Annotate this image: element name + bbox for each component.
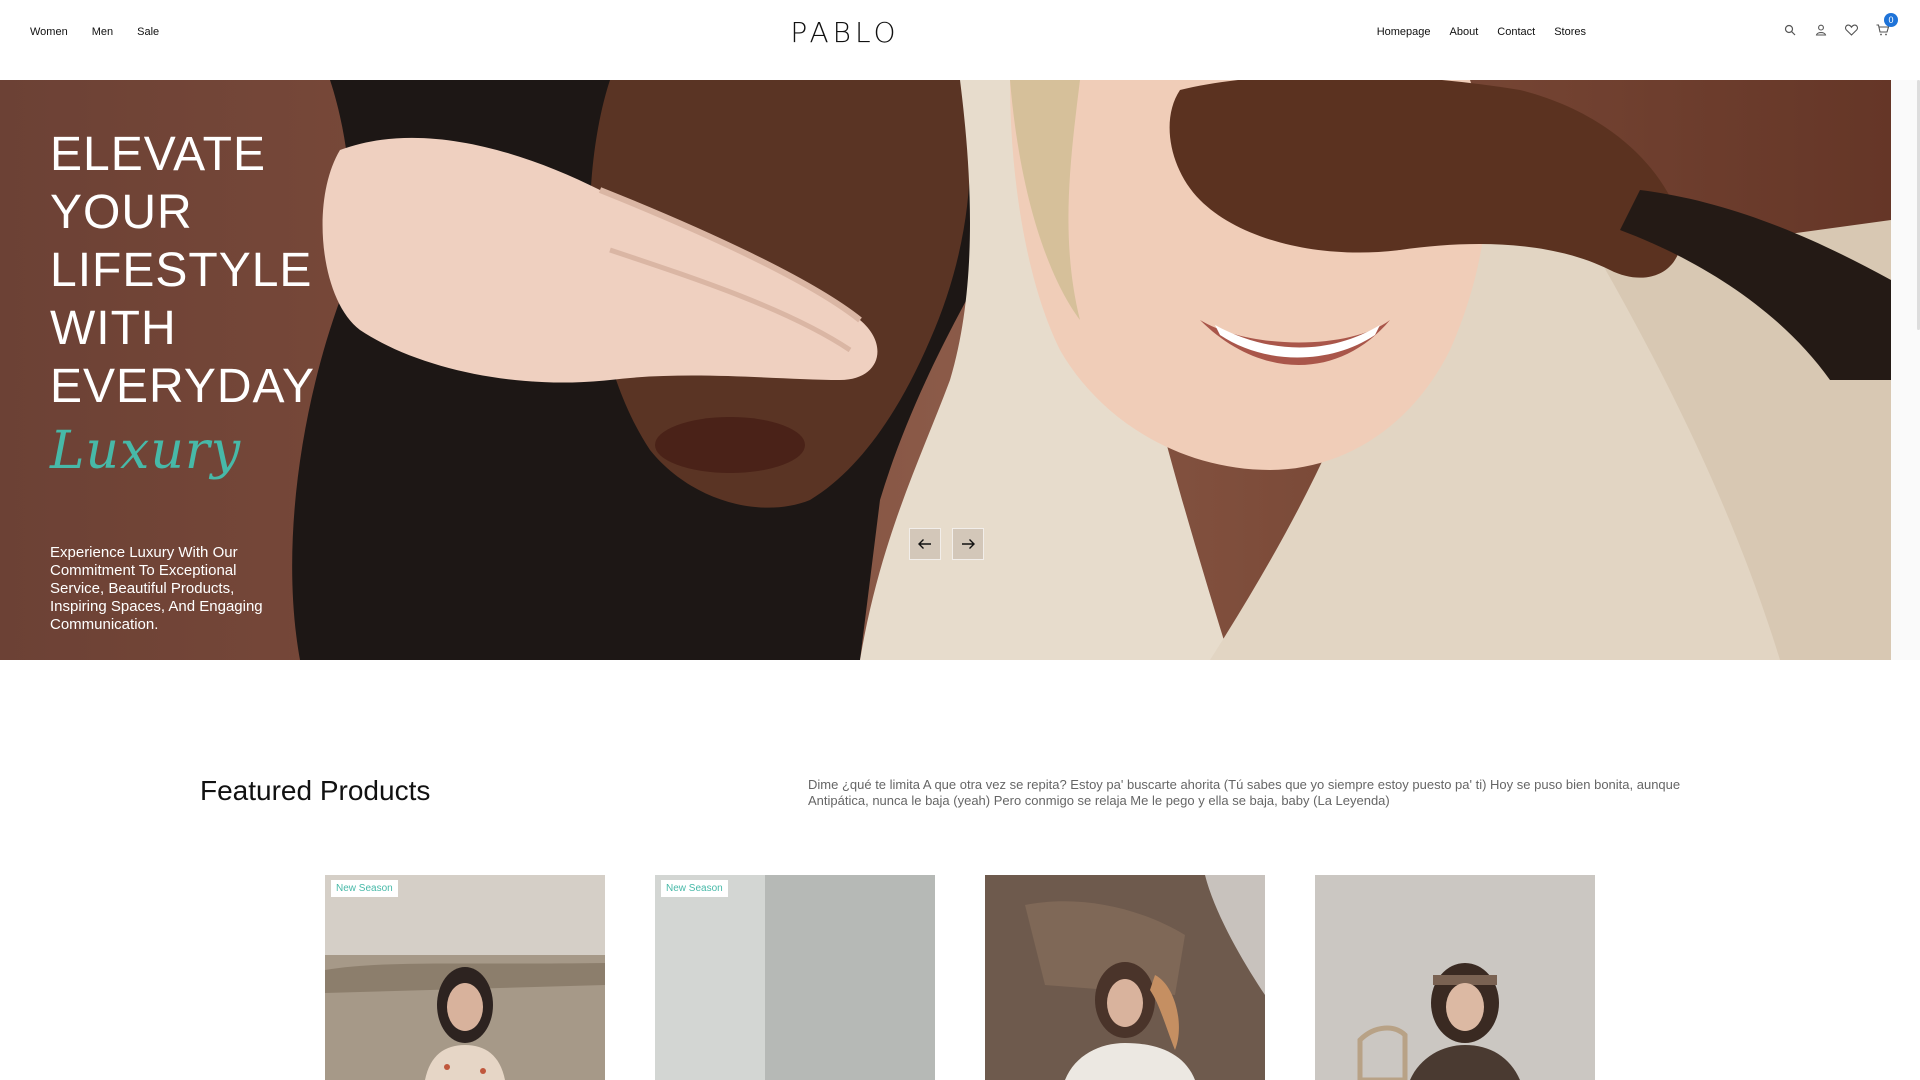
- arrow-right-icon: [962, 539, 975, 549]
- nav-homepage[interactable]: Homepage: [1377, 26, 1431, 38]
- hero-title-line: EVERYDAY: [50, 360, 315, 413]
- product-image: [1315, 875, 1595, 1080]
- secondary-nav: Homepage About Contact Stores: [1377, 26, 1586, 38]
- product-card[interactable]: New Season: [325, 875, 605, 1080]
- hero-banner: ELEVATE YOUR LIFESTYLE WITH EVERYDAY Lux…: [0, 80, 1891, 660]
- prev-slide-button[interactable]: [909, 528, 941, 560]
- product-badge: New Season: [661, 880, 728, 897]
- nav-stores[interactable]: Stores: [1554, 26, 1586, 38]
- slider-controls: [909, 528, 984, 560]
- product-image: [655, 875, 935, 1080]
- page-scrollbar[interactable]: [1891, 80, 1920, 660]
- cart-count-badge: 0: [1884, 13, 1898, 27]
- product-card[interactable]: [985, 875, 1265, 1080]
- hero-title-line: LIFESTYLE: [50, 244, 313, 297]
- heart-icon[interactable]: [1844, 22, 1859, 37]
- product-image: [325, 875, 605, 1080]
- product-grid: New Season New Season: [325, 875, 1595, 1080]
- product-card[interactable]: [1315, 875, 1595, 1080]
- hero-title-line: WITH: [50, 302, 177, 355]
- hero-description: Experience Luxury With Our Commitment To…: [50, 544, 263, 633]
- hero-accent-word: Luxury: [50, 421, 242, 481]
- hero-heading: ELEVATE YOUR LIFESTYLE WITH EVERYDAY Lux…: [50, 126, 315, 482]
- featured-title: Featured Products: [200, 775, 431, 806]
- site-header: Women Men Sale PABLO Homepage About Cont…: [0, 0, 1920, 80]
- search-icon[interactable]: [1782, 22, 1797, 37]
- hero-title-line: YOUR: [50, 186, 193, 239]
- featured-description: Dime ¿qué te limita A que otra vez se re…: [808, 777, 1681, 808]
- product-card[interactable]: New Season: [655, 875, 935, 1080]
- nav-contact[interactable]: Contact: [1497, 26, 1535, 38]
- arrow-left-icon: [918, 539, 931, 549]
- header-icons: 0: [1782, 13, 1898, 37]
- product-image: [985, 875, 1265, 1080]
- user-icon[interactable]: [1813, 22, 1828, 37]
- hero-title-line: ELEVATE: [50, 128, 266, 181]
- product-badge: New Season: [331, 880, 398, 897]
- next-slide-button[interactable]: [952, 528, 984, 560]
- cart-icon[interactable]: 0: [1875, 13, 1898, 37]
- nav-about[interactable]: About: [1450, 26, 1479, 38]
